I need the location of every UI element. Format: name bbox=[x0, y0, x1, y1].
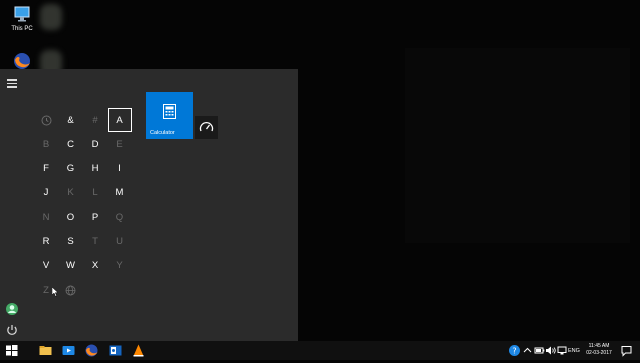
letter-jump-ampersand[interactable]: & bbox=[59, 108, 83, 132]
letter-jump-g[interactable]: G bbox=[59, 157, 83, 181]
letter-jump-c[interactable]: C bbox=[59, 132, 83, 156]
letter-jump-d[interactable]: D bbox=[83, 132, 107, 156]
user-avatar-icon[interactable] bbox=[4, 301, 20, 317]
speedometer-icon bbox=[199, 120, 214, 135]
calculator-tile[interactable]: Calculator bbox=[146, 92, 193, 139]
start-menu: & # A B C D E F G H I J K L M N O P Q R S T U V W X Y Z Calculator bbox=[0, 69, 298, 341]
desktop-icon-label: This PC bbox=[11, 26, 33, 32]
clock-time: 11:45 AM bbox=[588, 343, 610, 349]
firefox-icon[interactable] bbox=[84, 343, 99, 358]
letter-jump-a[interactable]: A bbox=[107, 108, 132, 132]
calculator-tile-label: Calculator bbox=[150, 130, 175, 136]
svg-text:?: ? bbox=[512, 347, 516, 356]
letter-jump-b[interactable]: B bbox=[34, 132, 58, 156]
language-indicator[interactable]: ENG bbox=[568, 341, 580, 360]
speedometer-tile[interactable] bbox=[195, 116, 218, 139]
letter-jump-t[interactable]: T bbox=[83, 230, 107, 254]
background-window-shadow bbox=[405, 48, 630, 243]
letter-jump-q[interactable]: Q bbox=[108, 205, 132, 229]
monitor-icon bbox=[12, 4, 32, 24]
start-rail bbox=[0, 69, 24, 341]
system-clock[interactable]: 11:45 AM 02-03-2017 bbox=[584, 343, 614, 357]
taskbar: ? ENG 11:45 AM 02-03-2017 bbox=[0, 341, 640, 360]
letter-jump-x[interactable]: X bbox=[83, 254, 107, 278]
clock-date: 02-03-2017 bbox=[586, 350, 612, 356]
letter-jump-o[interactable]: O bbox=[59, 205, 83, 229]
letter-jump-j[interactable]: J bbox=[34, 181, 58, 205]
letter-jump-k[interactable]: K bbox=[59, 181, 83, 205]
power-icon[interactable] bbox=[4, 322, 20, 338]
letter-jump-f[interactable]: F bbox=[34, 157, 58, 181]
letter-jump-hash[interactable]: # bbox=[83, 108, 107, 132]
video-app-icon[interactable] bbox=[61, 343, 76, 358]
desktop-icon-this-pc[interactable]: This PC bbox=[0, 4, 44, 32]
letter-jump-y[interactable]: Y bbox=[108, 254, 132, 278]
calculator-icon bbox=[163, 104, 176, 119]
letter-jump-w[interactable]: W bbox=[59, 254, 83, 278]
blurred-desktop-icon bbox=[40, 4, 62, 30]
letter-jump-v[interactable]: V bbox=[34, 254, 58, 278]
clock-icon[interactable] bbox=[34, 108, 58, 132]
letter-jump-s[interactable]: S bbox=[59, 230, 83, 254]
firefox-icon bbox=[12, 51, 32, 71]
letter-jump-e[interactable]: E bbox=[108, 132, 132, 156]
letter-jump-h[interactable]: H bbox=[83, 157, 107, 181]
action-center-icon[interactable] bbox=[619, 343, 634, 358]
letter-jump-r[interactable]: R bbox=[34, 230, 58, 254]
letter-jump-u[interactable]: U bbox=[108, 230, 132, 254]
outlook-icon[interactable] bbox=[108, 343, 123, 358]
globe-icon[interactable] bbox=[59, 278, 83, 302]
letter-jump-m[interactable]: M bbox=[108, 181, 132, 205]
mouse-cursor-icon bbox=[51, 284, 59, 297]
letter-jump-i[interactable]: I bbox=[108, 157, 132, 181]
vlc-icon[interactable] bbox=[131, 343, 146, 358]
letter-jump-p[interactable]: P bbox=[83, 205, 107, 229]
hamburger-menu-icon[interactable] bbox=[4, 75, 20, 91]
windows-start-icon[interactable] bbox=[4, 343, 19, 358]
letter-jump-n[interactable]: N bbox=[34, 205, 58, 229]
letter-jump-l[interactable]: L bbox=[83, 181, 107, 205]
file-explorer-icon[interactable] bbox=[38, 343, 53, 358]
